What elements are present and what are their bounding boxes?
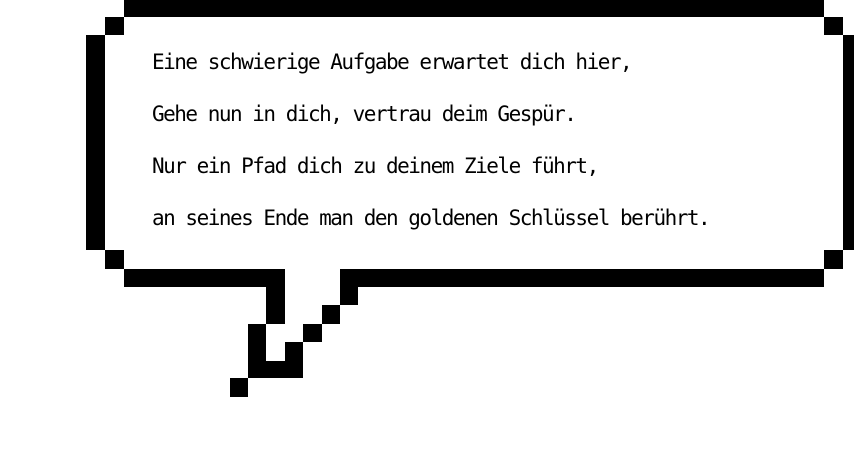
dialogue-text: Eine schwierige Aufgabe erwartet dich hi…: [152, 36, 822, 244]
bubble-border-bottom-right: [340, 269, 824, 287]
bubble-tail-left-edge-3: [248, 324, 266, 342]
bubble-corner-top-right-step-1: [824, 17, 843, 35]
bubble-border-bottom-left: [124, 269, 285, 287]
bubble-corner-top-left-step-1: [105, 17, 124, 35]
bubble-tail-right-edge-3: [303, 324, 322, 342]
dialogue-line-4: an seines Ende man den goldenen Schlüsse…: [152, 206, 711, 230]
bubble-corner-top-left-step-2: [86, 35, 105, 54]
bubble-tail-right-edge-1: [340, 287, 358, 305]
bubble-border-left: [86, 54, 105, 250]
bubble-tail-left-edge-4: [248, 342, 266, 361]
bubble-corner-bottom-right-step-1: [824, 250, 843, 269]
bubble-tail-tip-bottom: [248, 361, 303, 378]
bubble-tail-left-edge-2: [266, 305, 285, 324]
dialogue-line-2: Gehe nun in dich, vertrau deim Gespür.: [152, 102, 577, 126]
game-scene: Eine schwierige Aufgabe erwartet dich hi…: [0, 0, 854, 469]
bubble-corner-bottom-left-step-1: [105, 250, 124, 269]
bubble-tail-tip-point: [230, 378, 248, 397]
bubble-border-right: [843, 54, 854, 250]
bubble-tail-left-edge-1: [266, 287, 285, 305]
bubble-tail-right-edge-2: [322, 305, 340, 324]
dialogue-line-3: Nur ein Pfad dich zu deinem Ziele führt,: [152, 154, 599, 178]
bubble-border-top: [124, 0, 824, 17]
bubble-corner-top-right-step-2: [843, 35, 854, 54]
bubble-tail-right-edge-4: [285, 342, 303, 361]
dialogue-line-1: Eine schwierige Aufgabe erwartet dich hi…: [152, 50, 633, 74]
